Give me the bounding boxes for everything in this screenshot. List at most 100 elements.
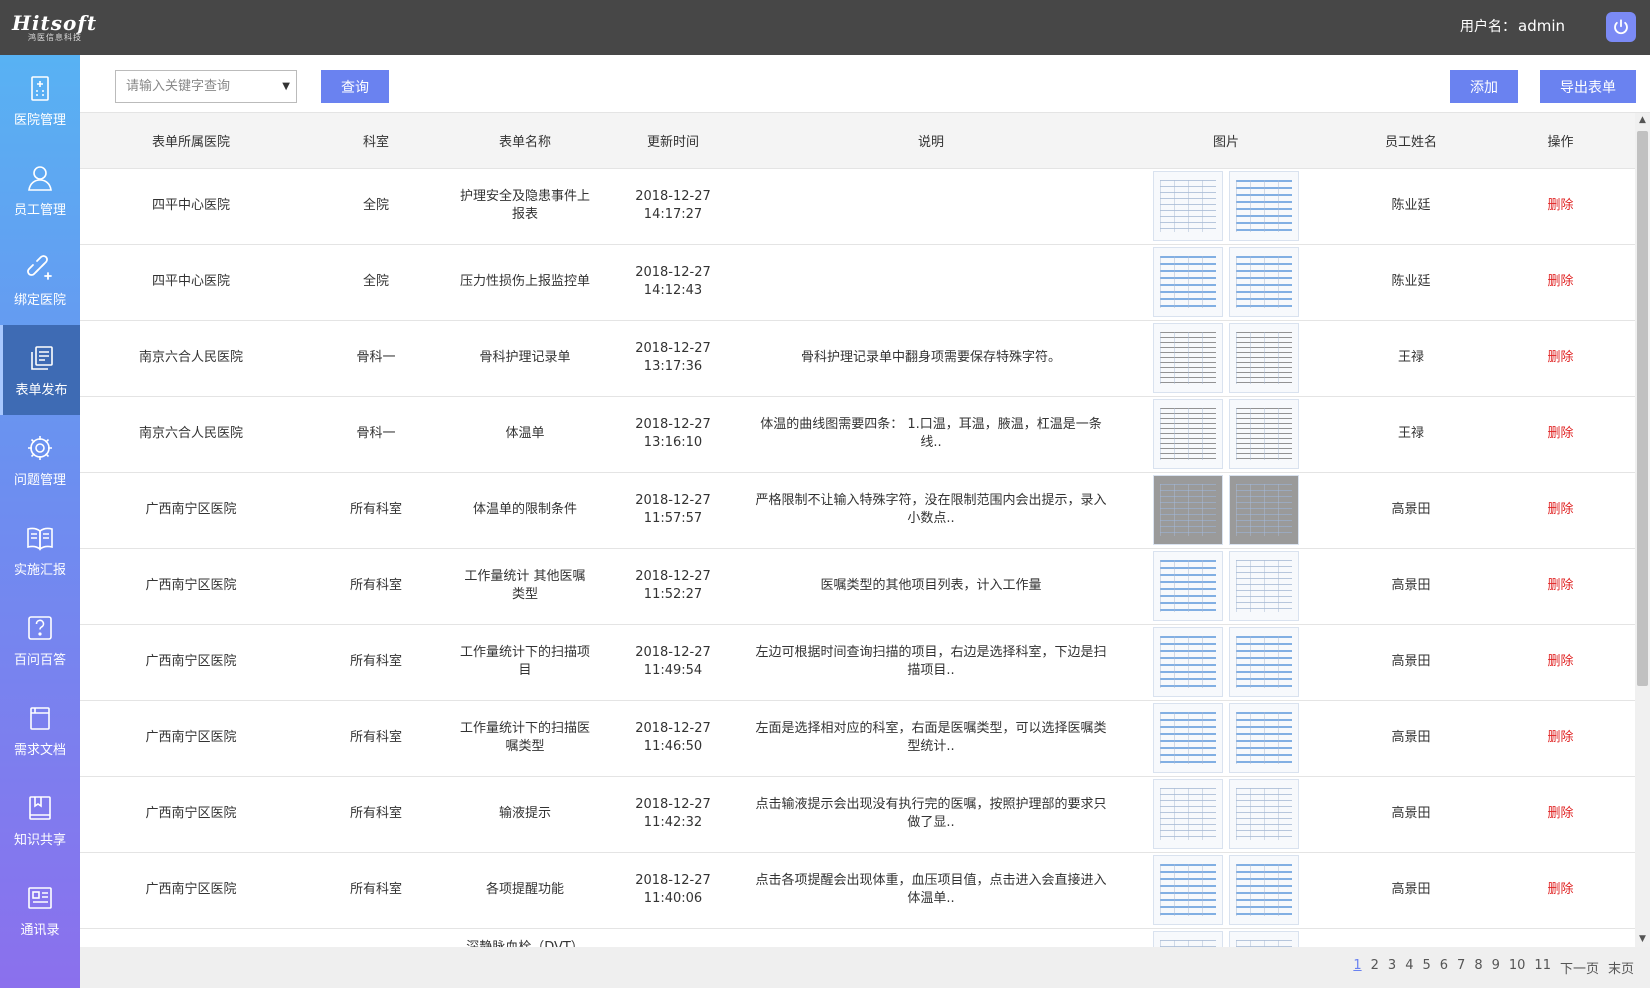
dept-cell: 所有科室: [302, 472, 450, 549]
images-cell: [1116, 472, 1336, 549]
pagination-bar: 1 2 3 4 5 6 7 8 9 10 11 下一页 末页: [80, 947, 1650, 988]
staff-cell: 王禄: [1336, 396, 1486, 473]
delete-link[interactable]: 删除: [1486, 320, 1635, 397]
hospital-cell: 广西南宁区医院: [80, 700, 302, 777]
scrollbar-thumb[interactable]: [1637, 131, 1648, 686]
form-image-thumbnail[interactable]: [1153, 551, 1223, 621]
staff-cell: 陈业廷: [1336, 244, 1486, 321]
update-time-cell: 2018-12-27 11:49:54: [600, 624, 746, 701]
column-header: 表单所属医院: [80, 113, 302, 169]
form-image-thumbnail[interactable]: [1229, 171, 1299, 241]
form-image-thumbnail[interactable]: [1229, 931, 1299, 947]
images-cell: [1116, 244, 1336, 321]
dept-cell: 全院: [302, 168, 450, 245]
form-image-thumbnail[interactable]: [1153, 931, 1223, 947]
logout-button[interactable]: [1606, 12, 1636, 42]
delete-link[interactable]: 删除: [1486, 548, 1635, 625]
form-image-thumbnail[interactable]: [1153, 855, 1223, 925]
page-link-3[interactable]: 3: [1388, 958, 1396, 977]
search-placeholder: 请输入关键字查询: [126, 79, 231, 94]
form-image-thumbnail[interactable]: [1229, 703, 1299, 773]
delete-link[interactable]: 删除: [1486, 244, 1635, 321]
sidebar-item-requirements[interactable]: 需求文档: [0, 685, 80, 775]
dept-cell: 所有科室: [302, 548, 450, 625]
form-image-thumbnail[interactable]: [1153, 475, 1223, 545]
page-link-2[interactable]: 2: [1371, 958, 1379, 977]
delete-link[interactable]: 删除: [1486, 852, 1635, 929]
form-image-thumbnail[interactable]: [1153, 399, 1223, 469]
sidebar-item-form-publish[interactable]: 表单发布: [0, 325, 80, 415]
page-link-5[interactable]: 5: [1422, 958, 1430, 977]
table-scrollbar[interactable]: ▲ ▼: [1635, 113, 1650, 947]
sidebar-item-label: 医院管理: [13, 112, 66, 128]
form-image-thumbnail[interactable]: [1229, 399, 1299, 469]
sidebar-item-issues[interactable]: 问题管理: [0, 415, 80, 505]
sidebar-item-bind-hospital[interactable]: 绑定医院: [0, 235, 80, 325]
keyword-search-select[interactable]: 请输入关键字查询 ▼: [115, 70, 297, 103]
form-image-thumbnail[interactable]: [1229, 323, 1299, 393]
staff-cell: 高景田: [1336, 472, 1486, 549]
delete-link[interactable]: 删除: [1486, 776, 1635, 853]
page-link-6[interactable]: 6: [1440, 958, 1448, 977]
form-image-thumbnail[interactable]: [1229, 627, 1299, 697]
form-image-thumbnail[interactable]: [1229, 779, 1299, 849]
export-form-button[interactable]: 导出表单: [1540, 70, 1636, 103]
logo-text: Hitsoft: [12, 11, 98, 35]
description-cell: 左面是选择相对应的科室，右面是医嘱类型，可以选择医嘱类型统计..: [746, 700, 1116, 777]
delete-link[interactable]: [1486, 928, 1635, 947]
form-image-thumbnail[interactable]: [1229, 247, 1299, 317]
hospital-cell: 四平中心医院: [80, 244, 302, 321]
question-icon: [28, 615, 52, 640]
form-name-cell: 骨科护理记录单: [450, 320, 600, 397]
table-row: 广西南宁区医院 所有科室 体温单的限制条件 2018-12-27 11:57:5…: [80, 472, 1635, 549]
page-link-9[interactable]: 9: [1492, 958, 1500, 977]
dept-cell: 所有科室: [302, 700, 450, 777]
scroll-up-arrow-icon[interactable]: ▲: [1635, 113, 1650, 128]
sidebar-item-qa[interactable]: 百问百答: [0, 595, 80, 685]
delete-link[interactable]: 删除: [1486, 396, 1635, 473]
form-name-cell: 工作量统计 其他医嘱类型: [450, 548, 600, 625]
form-image-thumbnail[interactable]: [1153, 627, 1223, 697]
sidebar-item-reports[interactable]: 实施汇报: [0, 505, 80, 595]
page-link-7[interactable]: 7: [1457, 958, 1465, 977]
form-image-thumbnail[interactable]: [1153, 247, 1223, 317]
delete-link[interactable]: 删除: [1486, 168, 1635, 245]
form-image-thumbnail[interactable]: [1229, 855, 1299, 925]
form-image-thumbnail[interactable]: [1229, 475, 1299, 545]
page-link-11[interactable]: 11: [1534, 958, 1551, 977]
form-name-cell: 输液提示: [450, 776, 600, 853]
table-row: 南京六合人民医院 骨科一 体温单 2018-12-27 13:16:10 体温的…: [80, 396, 1635, 473]
form-image-thumbnail[interactable]: [1153, 171, 1223, 241]
sidebar: 医院管理 员工管理 绑定医院 表单发布 问题管理 实施汇报 百问百答 需求文档 …: [0, 55, 80, 988]
form-image-thumbnail[interactable]: [1229, 551, 1299, 621]
last-page-link[interactable]: 末页: [1608, 958, 1634, 977]
delete-link[interactable]: 删除: [1486, 472, 1635, 549]
query-button[interactable]: 查询: [321, 70, 389, 103]
form-image-thumbnail[interactable]: [1153, 703, 1223, 773]
sidebar-item-label: 百问百答: [13, 652, 66, 668]
page-link-8[interactable]: 8: [1474, 958, 1482, 977]
staff-cell: 高景田: [1336, 624, 1486, 701]
page-link-4[interactable]: 4: [1405, 958, 1413, 977]
add-button[interactable]: 添加: [1450, 70, 1518, 103]
delete-link[interactable]: 删除: [1486, 624, 1635, 701]
scroll-down-arrow-icon[interactable]: ▼: [1635, 932, 1650, 947]
sidebar-item-contacts[interactable]: 通讯录: [0, 865, 80, 955]
table-header-row: 表单所属医院 科室 表单名称 更新时间 说明 图片 员工姓名 操作: [80, 113, 1635, 169]
hospital-cell: 广西南宁区医院: [80, 776, 302, 853]
sidebar-item-hospital[interactable]: 医院管理: [0, 55, 80, 145]
sidebar-item-knowledge[interactable]: 知识共享: [0, 775, 80, 865]
page-link-10[interactable]: 10: [1509, 958, 1526, 977]
form-image-thumbnail[interactable]: [1153, 779, 1223, 849]
next-page-link[interactable]: 下一页: [1560, 958, 1599, 977]
update-time-cell: 2018-12-27 14:12:43: [600, 244, 746, 321]
dept-cell: 所有科室: [302, 624, 450, 701]
sidebar-item-staff[interactable]: 员工管理: [0, 145, 80, 235]
form-image-thumbnail[interactable]: [1153, 323, 1223, 393]
gear-icon: [28, 435, 52, 460]
page-link-1[interactable]: 1: [1353, 958, 1361, 977]
column-header: 表单名称: [450, 113, 600, 169]
update-time-cell: 2018-12-27 11:52:27: [600, 548, 746, 625]
delete-link[interactable]: 删除: [1486, 700, 1635, 777]
column-header: 说明: [746, 113, 1116, 169]
